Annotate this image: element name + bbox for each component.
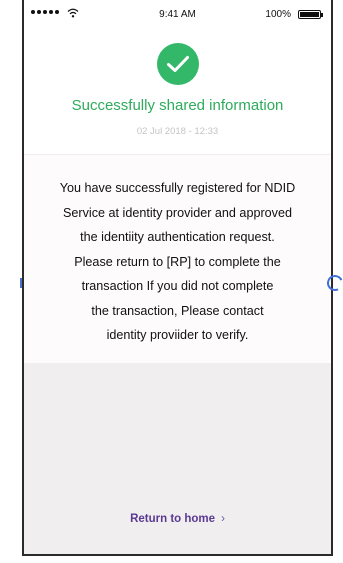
phone-frame: 9:41 AM 100% Successfully shared informa…: [22, 0, 333, 556]
battery-icon: [298, 10, 323, 19]
left-edge-marker: [20, 278, 22, 288]
return-to-home-label: Return to home: [130, 513, 216, 525]
chevron-right-icon: ›: [221, 513, 225, 525]
status-bar: 9:41 AM 100%: [24, 0, 331, 28]
timestamp: 02 Jul 2018 - 12:33: [136, 126, 219, 137]
return-to-home-link[interactable]: Return to home ›: [24, 513, 331, 525]
bottom-area: [24, 363, 331, 554]
confirmation-message: You have successfully registered for NDI…: [59, 181, 296, 342]
battery-percentage: 100%: [265, 9, 291, 20]
screen: 9:41 AM 100% Successfully shared informa…: [0, 0, 343, 563]
success-check-icon: [156, 43, 199, 85]
success-title: Successfully shared information: [71, 97, 284, 114]
